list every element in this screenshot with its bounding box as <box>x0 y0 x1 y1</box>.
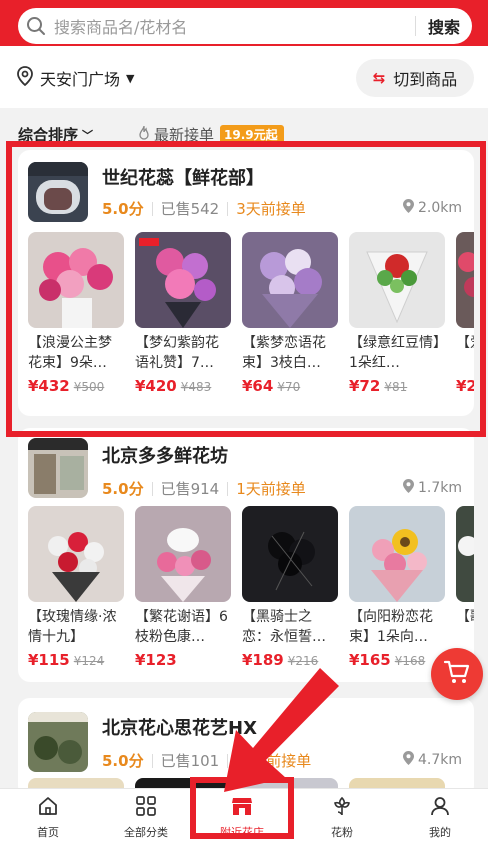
shop-rating: 5.0分 <box>102 752 144 770</box>
product-item[interactable]: 【向阳粉恋花束】1朵向… ¥165 ¥168 <box>349 506 445 669</box>
location-pin-icon <box>16 66 34 90</box>
product-image <box>242 506 338 602</box>
nav-fans[interactable]: 花粉 <box>302 795 382 840</box>
shop-sold: 已售101 <box>160 752 220 770</box>
user-icon <box>429 795 451 821</box>
search-icon <box>18 16 54 36</box>
product-item[interactable]: 【歌 <box>456 506 474 647</box>
search-input[interactable]: 搜索商品名/花材名 <box>54 14 415 38</box>
flower-icon <box>331 795 353 821</box>
nav-category-label: 全部分类 <box>124 826 168 839</box>
product-name: 【向阳粉恋花束】1朵向… <box>349 609 433 645</box>
product-item[interactable]: 【黑骑士之恋：永恒誓… ¥189 ¥216 <box>242 506 338 669</box>
product-image <box>28 506 124 602</box>
shop-distance: 1.7km <box>402 479 462 497</box>
highlight-box <box>6 141 486 437</box>
product-old-price: ¥168 <box>394 654 426 668</box>
shop-recent-order: 一周前接单 <box>236 752 312 770</box>
shop-recent-order: 1天前接单 <box>236 480 306 498</box>
product-price: ¥123 <box>135 651 177 669</box>
shop-name: 北京多多鲜花坊 <box>102 446 228 467</box>
location-name: 天安门广场 <box>40 70 121 89</box>
swap-icon: ⇆ <box>372 69 386 87</box>
product-item[interactable]: 【玫瑰情缘·浓情十九】 ¥115 ¥124 <box>28 506 124 669</box>
product-name: 【黑骑士之恋：永恒誓… <box>242 609 326 645</box>
nav-profile-label: 我的 <box>429 826 451 839</box>
product-row: 【玫瑰情缘·浓情十九】 ¥115 ¥124 【繁花谢语】6枝粉色康… ¥123 【… <box>28 506 474 676</box>
location-selector[interactable]: 天安门广场 ▼ <box>16 66 134 90</box>
category-icon <box>135 795 157 821</box>
switch-to-products-button[interactable]: ⇆ 切到商品 <box>356 59 474 97</box>
nav-profile[interactable]: 我的 <box>400 795 480 840</box>
shop-distance: 4.7km <box>402 751 462 769</box>
location-bar: 天安门广场 ▼ ⇆ 切到商品 <box>0 46 488 108</box>
shop-name: 北京花心思花艺HX <box>102 718 257 739</box>
caret-down-icon: ▼ <box>126 71 135 85</box>
shop-meta: 5.0分 已售101 一周前接单 <box>102 750 311 771</box>
cart-button[interactable] <box>431 648 483 700</box>
search-box[interactable]: 搜索商品名/花材名 搜索 <box>18 8 472 44</box>
product-item[interactable]: 【繁花谢语】6枝粉色康… ¥123 <box>135 506 231 669</box>
shop-meta: 5.0分 已售914 1天前接单 <box>102 478 306 499</box>
shop-distance-value: 1.7km <box>417 480 462 496</box>
divider <box>151 481 153 496</box>
nav-home-label: 首页 <box>37 826 59 839</box>
product-name: 【玫瑰情缘·浓情十九】 <box>28 609 117 645</box>
product-image <box>349 506 445 602</box>
nav-home[interactable]: 首页 <box>8 795 88 840</box>
product-image <box>456 506 474 602</box>
shop-rating: 5.0分 <box>102 480 144 498</box>
location-pin-icon <box>402 479 414 497</box>
home-icon <box>37 795 59 821</box>
product-price: ¥115 <box>28 651 70 669</box>
product-name: 【歌 <box>456 609 474 625</box>
shop-card[interactable]: 北京多多鲜花坊 5.0分 已售914 1天前接单 1.7km 【玫瑰情缘·浓情十… <box>18 428 474 682</box>
product-image <box>135 506 231 602</box>
switch-label: 切到商品 <box>393 70 458 89</box>
shop-sold: 已售914 <box>160 480 220 498</box>
cart-icon <box>443 659 471 689</box>
divider <box>227 481 229 496</box>
search-button[interactable]: 搜索 <box>416 14 472 38</box>
nav-category[interactable]: 全部分类 <box>106 795 186 840</box>
location-pin-icon <box>402 751 414 769</box>
product-price: ¥165 <box>349 651 391 669</box>
product-old-price: ¥216 <box>287 654 319 668</box>
shop-distance-value: 4.7km <box>417 752 462 768</box>
shop-logo <box>28 712 88 772</box>
product-old-price: ¥124 <box>73 654 105 668</box>
divider <box>151 753 153 768</box>
nav-highlight-box <box>190 777 294 839</box>
divider <box>227 753 229 768</box>
product-price: ¥189 <box>242 651 284 669</box>
shop-logo <box>28 438 88 498</box>
nav-fans-label: 花粉 <box>331 826 353 839</box>
header-bar: 搜索商品名/花材名 搜索 <box>0 0 488 46</box>
product-name: 【繁花谢语】6枝粉色康… <box>135 609 228 645</box>
